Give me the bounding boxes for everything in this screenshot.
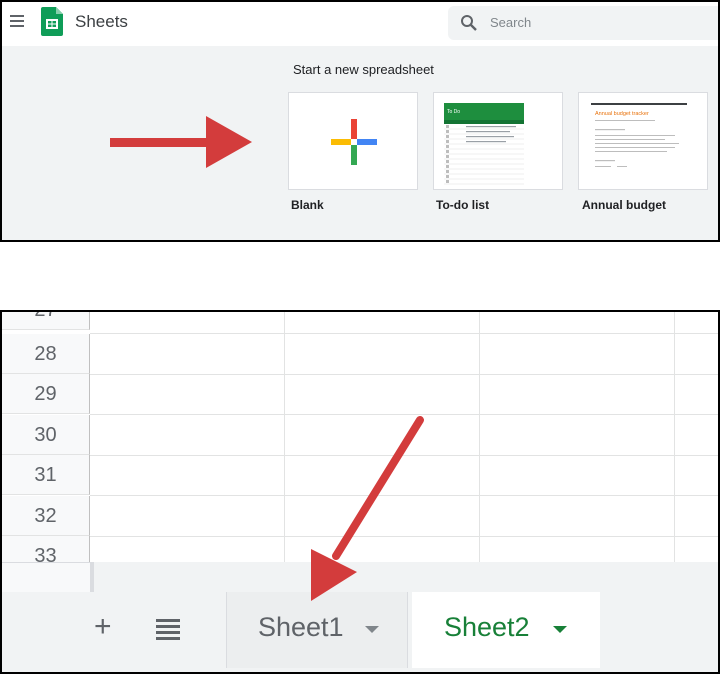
grid-row-line: [90, 495, 718, 496]
chevron-down-icon[interactable]: [553, 626, 567, 633]
sheet-tab-label[interactable]: Sheet2: [444, 612, 530, 643]
row-header[interactable]: 32: [2, 496, 90, 536]
sheet-tab-sheet1[interactable]: Sheet1: [226, 592, 408, 668]
plus-icon: [331, 119, 377, 165]
todo-template-card[interactable]: To Do: [433, 92, 563, 190]
budget-template-card[interactable]: Annual budget tracker: [578, 92, 708, 190]
add-sheet-button[interactable]: +: [94, 612, 112, 642]
app-title[interactable]: Sheets: [75, 12, 128, 32]
grid-row-line: [90, 455, 718, 456]
sheet-tab-label[interactable]: Sheet1: [258, 612, 344, 643]
app-header: Sheets Search: [2, 2, 718, 46]
todo-thumb-title: To Do: [447, 109, 460, 115]
search-icon[interactable]: [460, 14, 478, 32]
grid-row-line: [90, 414, 718, 415]
row-header[interactable]: 28: [2, 334, 90, 374]
row-header[interactable]: 30: [2, 415, 90, 455]
all-sheets-list-icon[interactable]: [156, 619, 180, 640]
templates-panel: Sheets Search Start a new spreadsheet Bl…: [0, 0, 720, 242]
row-header[interactable]: 27: [2, 312, 90, 330]
sheet-tab-bar: + Sheet1 Sheet2: [2, 592, 718, 672]
start-section-title: Start a new spreadsheet: [293, 62, 434, 77]
horizontal-scrollbar[interactable]: [90, 562, 718, 592]
sheet-tab-sheet2[interactable]: Sheet2: [412, 592, 600, 668]
search-input[interactable]: Search: [490, 15, 531, 30]
todo-thumbnail: To Do: [444, 103, 524, 185]
chevron-down-icon[interactable]: [365, 626, 379, 633]
sheet-grid-panel: 27 28 29 30 31 32 33 + Sheet1 Sheet2: [0, 310, 720, 674]
grid-row-line: [90, 333, 718, 334]
blank-template-card[interactable]: [288, 92, 418, 190]
row-header[interactable]: 29: [2, 374, 90, 414]
menu-icon[interactable]: [10, 15, 24, 27]
budget-thumbnail: Annual budget tracker: [591, 103, 687, 167]
grid-column-line: [674, 312, 675, 562]
grid-column-line: [284, 312, 285, 562]
row-header[interactable]: 31: [2, 455, 90, 495]
grid-row-line: [90, 536, 718, 537]
grid-column-line: [479, 312, 480, 562]
grid-row-line: [90, 374, 718, 375]
budget-template-label[interactable]: Annual budget: [582, 198, 666, 212]
blank-template-label[interactable]: Blank: [291, 198, 324, 212]
todo-template-label[interactable]: To-do list: [436, 198, 489, 212]
search-box[interactable]: Search: [448, 6, 718, 40]
sheets-logo-icon[interactable]: [41, 7, 63, 36]
budget-thumb-title: Annual budget tracker: [595, 111, 649, 117]
